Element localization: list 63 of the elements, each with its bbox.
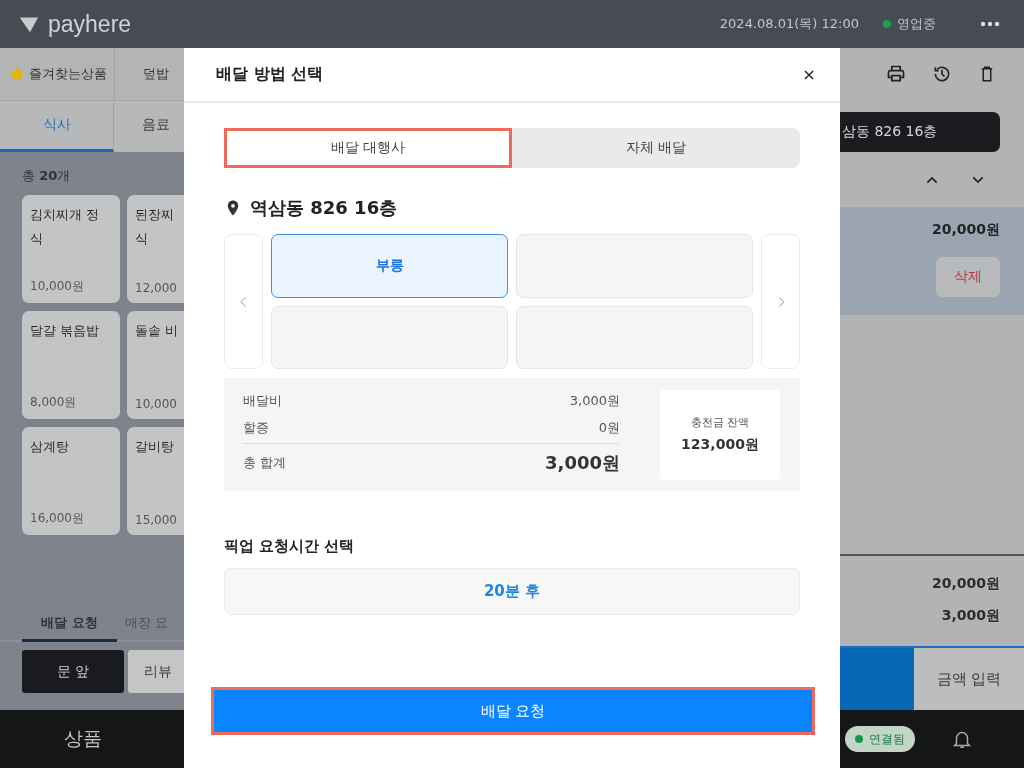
product-name: 김치찌개 정 식 xyxy=(30,206,101,248)
option-button[interactable]: 문 앞 xyxy=(22,650,124,693)
courier-option[interactable] xyxy=(271,305,508,369)
connection-badge: 연결됨 xyxy=(845,726,915,752)
fee-label: 배달비 xyxy=(243,391,282,410)
product-card[interactable]: 달걀 볶음밥 8,000원 xyxy=(22,311,120,419)
status-dot xyxy=(883,20,891,28)
dialog-title: 배달 방법 선택 xyxy=(216,64,324,85)
courier-option[interactable] xyxy=(516,305,753,369)
product-name: 돌솥 비 xyxy=(135,322,176,340)
option-button[interactable]: 리뷰 xyxy=(128,650,184,693)
product-price: 10,000원 xyxy=(30,278,85,295)
previous-button[interactable] xyxy=(224,234,263,369)
product-card[interactable]: 김치찌개 정 식 10,000원 xyxy=(22,195,120,303)
printer-icon xyxy=(886,64,906,84)
item-price: 20,000원 xyxy=(931,221,1000,239)
product-card[interactable]: 돌솥 비 10,000 xyxy=(127,311,184,419)
amount-input-button[interactable]: 금액 입력 xyxy=(914,648,1024,710)
product-name: 달걀 볶음밥 xyxy=(30,322,101,340)
product-name: 갈비탕 xyxy=(135,438,175,456)
category-tab[interactable]: 덮밥 xyxy=(115,48,184,100)
request-delivery-button[interactable]: 배달 요청 xyxy=(214,690,812,732)
menu-tab[interactable]: 음료 xyxy=(114,101,184,152)
fee-label: 할증 xyxy=(243,418,269,437)
item-count: 총 20개 xyxy=(21,167,72,185)
star-icon xyxy=(7,65,26,83)
product-price: 8,000원 xyxy=(30,394,78,411)
courier-option[interactable]: 부릉 xyxy=(271,234,508,298)
product-price: 16,000원 xyxy=(30,510,85,527)
delivery-address: 역삼동 826 16층 xyxy=(250,196,398,220)
product-price: 10,000 xyxy=(135,397,176,411)
product-name: 삼계탕 xyxy=(30,438,70,456)
next-button[interactable] xyxy=(761,234,800,369)
fee-value: 3,000원 xyxy=(569,391,620,410)
category-tab[interactable]: 즐겨찾는상품 xyxy=(0,48,115,100)
products-nav-tab[interactable]: 상품 xyxy=(0,710,184,768)
fee-value: 0원 xyxy=(598,418,620,437)
product-name: 된장찌 식 xyxy=(135,206,175,248)
section-title: 픽업 요청시간 선택 xyxy=(224,537,356,556)
history-icon xyxy=(932,64,952,84)
fee-label: 총 합계 xyxy=(243,454,287,472)
product-card[interactable]: 된장찌 식 12,000 xyxy=(127,195,184,303)
fee-value: 3,000원 xyxy=(545,451,620,475)
product-price: 15,000 xyxy=(135,513,176,527)
delivery-method-tab[interactable]: 자체 배달 xyxy=(512,128,800,168)
pickup-time-selector[interactable]: 20분 후 xyxy=(224,568,800,615)
more-icon xyxy=(980,21,1000,27)
close-icon xyxy=(802,67,816,82)
product-card[interactable]: 삼계탕 16,000원 xyxy=(22,427,120,535)
product-card[interactable]: 갈비탕 15,000 xyxy=(127,427,184,535)
balance-value: 123,000원 xyxy=(681,436,759,454)
balance-label: 충전금 잔액 xyxy=(690,415,750,430)
product-price: 12,000 xyxy=(135,281,176,295)
logo-text: payhere xyxy=(48,10,132,38)
courier-option[interactable] xyxy=(516,234,753,298)
address-chip[interactable]: 삼동 826 16층 xyxy=(840,112,1000,152)
total-amount: 3,000원 xyxy=(941,607,1000,625)
date-time: 2024.08.01(목) 12:00 xyxy=(719,15,859,33)
delivery-method-tab[interactable]: 배달 대행사 xyxy=(224,128,512,168)
total-amount: 20,000원 xyxy=(931,575,1000,593)
store-status: 영업중 xyxy=(897,15,936,33)
order-item-row[interactable]: 20,000원 삭제 xyxy=(840,207,1024,315)
pay-button[interactable] xyxy=(840,648,914,710)
